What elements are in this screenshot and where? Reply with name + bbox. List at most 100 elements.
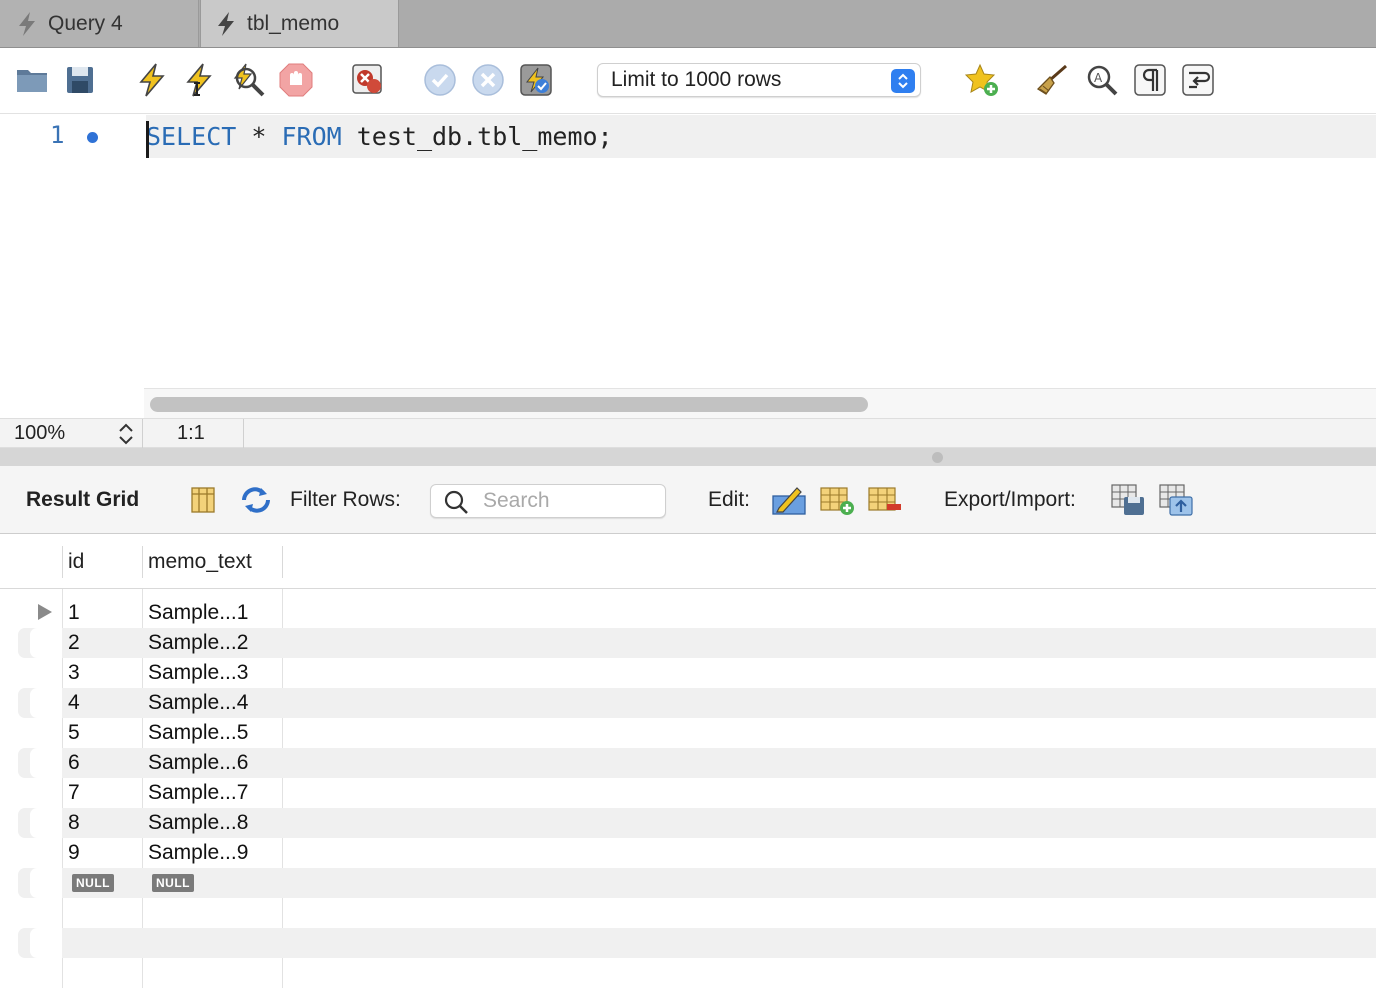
cell-memo-text[interactable]: Sample...2	[148, 631, 248, 655]
table-row[interactable]: 5 Sample...5	[18, 718, 1376, 748]
insert-row-icon[interactable]	[819, 482, 855, 518]
sql-toolbar: Limit to 1000 rows A	[0, 48, 1376, 114]
autocommit-icon[interactable]	[518, 62, 554, 98]
beautify-icon[interactable]	[1034, 62, 1070, 98]
explain-icon[interactable]	[230, 62, 266, 98]
find-icon[interactable]: A	[1084, 62, 1120, 98]
table-row[interactable]: 1 Sample...1	[18, 598, 1376, 628]
column-header-memo-text[interactable]: memo_text	[148, 550, 252, 574]
null-badge-memo-text[interactable]: NULL	[152, 874, 194, 892]
invisible-chars-icon[interactable]	[1132, 62, 1168, 98]
select-stepper-icon	[891, 69, 915, 93]
empty-row	[18, 898, 1376, 928]
scrollbar-thumb[interactable]	[150, 397, 868, 412]
stop-icon[interactable]	[278, 62, 314, 98]
export-icon[interactable]	[1110, 482, 1146, 518]
cell-memo-text[interactable]: Sample...5	[148, 721, 248, 745]
row-header[interactable]	[30, 868, 62, 898]
limit-rows-select[interactable]: Limit to 1000 rows	[597, 63, 921, 97]
cell-id[interactable]: 2	[68, 631, 80, 655]
svg-text:A: A	[1094, 71, 1103, 85]
table-row[interactable]: 4 Sample...4	[18, 688, 1376, 718]
cell-id[interactable]: 1	[68, 601, 80, 625]
row-header[interactable]	[30, 688, 62, 718]
execute-icon[interactable]	[134, 62, 170, 98]
table-row[interactable]: 7 Sample...7	[18, 778, 1376, 808]
search-input[interactable]	[483, 489, 653, 513]
code-line[interactable]: SELECT * FROM test_db.tbl_memo;	[146, 115, 1376, 158]
row-header[interactable]	[30, 748, 62, 778]
column-divider	[142, 546, 143, 578]
sql-editor[interactable]: 1 SELECT * FROM test_db.tbl_memo;	[0, 115, 1376, 418]
row-header[interactable]	[30, 808, 62, 838]
cell-id[interactable]: 5	[68, 721, 80, 745]
edit-row-icon[interactable]	[771, 482, 807, 518]
rollback-icon[interactable]	[470, 62, 506, 98]
row-header[interactable]	[30, 628, 62, 658]
table-row[interactable]: 3 Sample...3	[18, 658, 1376, 688]
wrap-lines-icon[interactable]	[1180, 62, 1216, 98]
divider	[243, 419, 244, 449]
column-view-icon[interactable]	[185, 482, 221, 518]
row-header[interactable]	[18, 838, 62, 868]
current-row-arrow-icon	[38, 604, 52, 620]
tab-label: Query 4	[48, 11, 123, 35]
refresh-icon[interactable]	[238, 482, 274, 518]
column-header-id[interactable]: id	[68, 550, 84, 574]
pane-splitter[interactable]	[0, 448, 1376, 466]
table-row[interactable]: 9 Sample...9	[18, 838, 1376, 868]
tab-query-4[interactable]: Query 4	[0, 0, 199, 47]
filter-search-box[interactable]	[430, 484, 666, 518]
cell-id[interactable]: 9	[68, 841, 80, 865]
add-snippet-icon[interactable]	[964, 62, 1000, 98]
bolt-icon	[218, 11, 234, 36]
open-folder-icon[interactable]	[14, 62, 50, 98]
result-toolbar: Result Grid Filter Rows: Edit: Export/Im…	[0, 466, 1376, 534]
grid-header: id memo_text	[0, 534, 1376, 589]
toggle-stop-on-error-icon[interactable]	[350, 62, 386, 98]
result-grid[interactable]: id memo_text 1 Sample...1 2 Sample...2 3…	[0, 534, 1376, 988]
cell-memo-text[interactable]: Sample...9	[148, 841, 248, 865]
zoom-stepper-icon[interactable]	[116, 422, 136, 446]
row-header[interactable]	[18, 658, 62, 688]
statement-marker-icon	[87, 132, 98, 143]
horizontal-scrollbar[interactable]	[144, 388, 1376, 418]
cell-memo-text[interactable]: Sample...6	[148, 751, 248, 775]
cell-memo-text[interactable]: Sample...8	[148, 811, 248, 835]
editor-status-bar: 100% 1:1	[0, 418, 1376, 449]
column-divider	[282, 546, 283, 578]
null-badge-id[interactable]: NULL	[72, 874, 114, 892]
tab-tbl-memo[interactable]: tbl_memo	[200, 0, 399, 47]
text-caret	[146, 121, 149, 158]
new-row[interactable]: NULL NULL	[18, 868, 1376, 898]
row-header[interactable]	[18, 598, 62, 628]
export-import-label: Export/Import:	[944, 488, 1076, 511]
divider	[142, 419, 143, 449]
cell-memo-text[interactable]: Sample...3	[148, 661, 248, 685]
import-icon[interactable]	[1158, 482, 1194, 518]
cell-id[interactable]: 7	[68, 781, 80, 805]
row-header	[30, 928, 62, 958]
execute-current-icon[interactable]	[182, 62, 218, 98]
cell-memo-text[interactable]: Sample...7	[148, 781, 248, 805]
table-row[interactable]: 6 Sample...6	[18, 748, 1376, 778]
cell-id[interactable]: 4	[68, 691, 80, 715]
bolt-icon	[19, 11, 35, 36]
cell-id[interactable]: 3	[68, 661, 80, 685]
tab-bar: Query 4 tbl_memo	[0, 0, 1376, 48]
line-number: 1	[50, 121, 65, 149]
splitter-handle[interactable]	[932, 452, 943, 463]
cell-id[interactable]: 8	[68, 811, 80, 835]
cell-id[interactable]: 6	[68, 751, 80, 775]
cell-memo-text[interactable]: Sample...4	[148, 691, 248, 715]
table-row[interactable]: 8 Sample...8	[18, 808, 1376, 838]
zoom-level[interactable]: 100%	[14, 422, 65, 445]
table-row[interactable]: 2 Sample...2	[18, 628, 1376, 658]
commit-icon[interactable]	[422, 62, 458, 98]
code-text: *	[236, 122, 282, 151]
row-header[interactable]	[18, 718, 62, 748]
save-icon[interactable]	[62, 62, 98, 98]
cell-memo-text[interactable]: Sample...1	[148, 601, 248, 625]
delete-row-icon[interactable]	[867, 482, 903, 518]
row-header[interactable]	[18, 778, 62, 808]
